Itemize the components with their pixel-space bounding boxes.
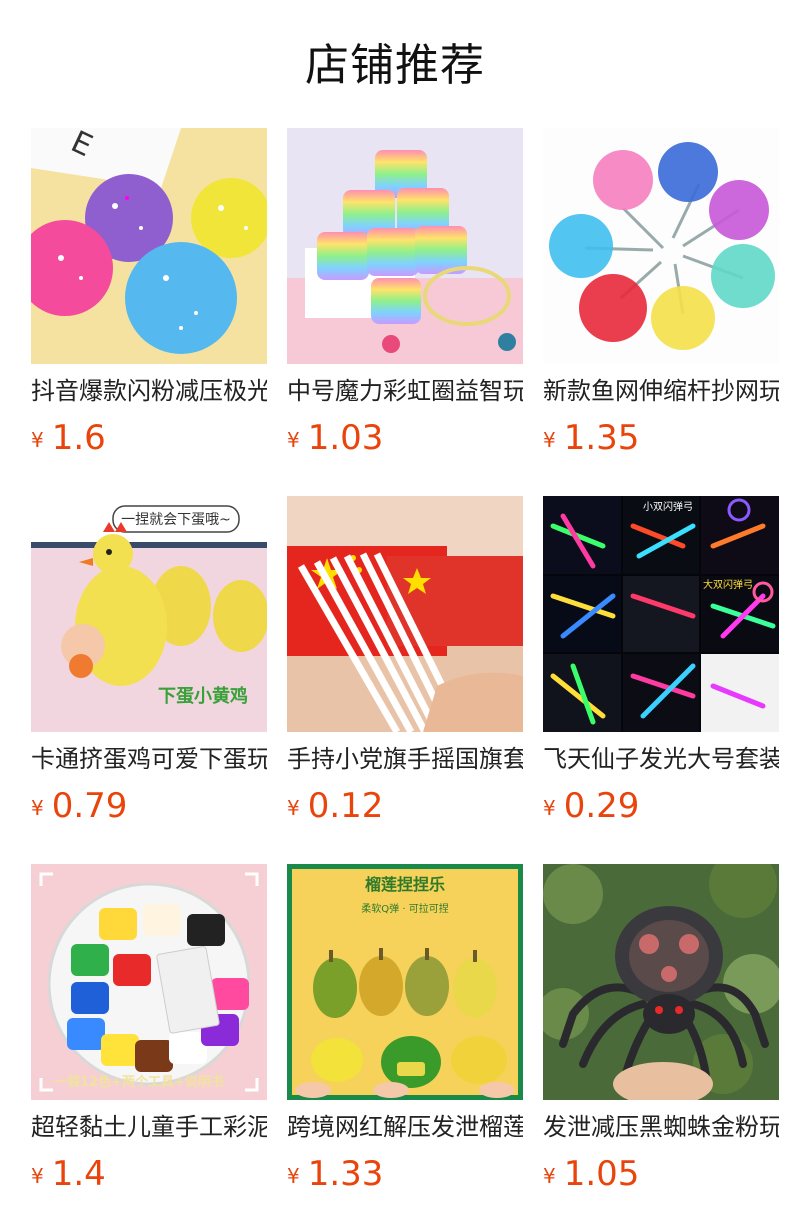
product-image[interactable]: 一捏就会下蛋哦~ 下蛋小黄鸡: [31, 496, 267, 732]
product-card[interactable]: 发泄减压黑蜘蛛金粉玩具 ¥1.05: [543, 864, 779, 1232]
currency-symbol: ¥: [31, 1164, 44, 1188]
product-image[interactable]: 榴莲捏捏乐 柔软Q弹 · 可拉可捏: [287, 864, 523, 1100]
product-price: 0.29: [563, 786, 640, 826]
product-price: 1.05: [563, 1154, 640, 1194]
product-image[interactable]: [543, 128, 779, 364]
product-grid: E 抖音爆款闪粉减压极光球 ¥1.6: [31, 128, 781, 1232]
product-image[interactable]: [543, 864, 779, 1100]
currency-symbol: ¥: [31, 796, 44, 820]
product-card[interactable]: 一袋12色+两个工具+说明书 超轻黏土儿童手工彩泥 ¥1.4: [31, 864, 267, 1232]
product-name[interactable]: 发泄减压黑蜘蛛金粉玩具: [543, 1110, 779, 1144]
currency-symbol: ¥: [543, 796, 556, 820]
currency-symbol: ¥: [543, 1164, 556, 1188]
product-name[interactable]: 卡通挤蛋鸡可爱下蛋玩具: [31, 742, 267, 776]
product-name[interactable]: 新款鱼网伸缩杆抄网玩具: [543, 374, 779, 408]
product-price: 1.35: [563, 418, 640, 458]
price-row: ¥0.12: [287, 784, 383, 828]
product-price: 1.03: [307, 418, 384, 458]
image-caption: 大双闪弹弓: [703, 578, 753, 591]
product-name[interactable]: 手持小党旗手摇国旗套装: [287, 742, 523, 776]
product-image[interactable]: 一袋12色+两个工具+说明书: [31, 864, 267, 1100]
product-name[interactable]: 抖音爆款闪粉减压极光球: [31, 374, 267, 408]
product-image[interactable]: [287, 496, 523, 732]
product-price: 0.79: [51, 786, 128, 826]
product-card[interactable]: 一捏就会下蛋哦~ 下蛋小黄鸡 卡通挤蛋鸡可爱下蛋玩具 ¥0.79: [31, 496, 267, 864]
image-caption: 小双闪弹弓: [643, 500, 693, 513]
image-tag: 下蛋小黄鸡: [158, 685, 248, 707]
currency-symbol: ¥: [287, 1164, 300, 1188]
product-card[interactable]: E 抖音爆款闪粉减压极光球 ¥1.6: [31, 128, 267, 496]
product-price: 1.6: [51, 418, 106, 458]
product-card[interactable]: 新款鱼网伸缩杆抄网玩具 ¥1.35: [543, 128, 779, 496]
product-name[interactable]: 超轻黏土儿童手工彩泥: [31, 1110, 267, 1144]
price-row: ¥0.29: [543, 784, 639, 828]
currency-symbol: ¥: [287, 796, 300, 820]
currency-symbol: ¥: [287, 428, 300, 452]
currency-symbol: ¥: [543, 428, 556, 452]
product-card[interactable]: 手持小党旗手摇国旗套装 ¥0.12: [287, 496, 523, 864]
page: 店铺推荐 E 抖音爆款闪粉减压极光球: [0, 0, 790, 1232]
price-row: ¥1.4: [31, 1152, 106, 1196]
image-subtitle: 柔软Q弹 · 可拉可捏: [361, 902, 448, 915]
product-card[interactable]: 中号魔力彩虹圈益智玩具 ¥1.03: [287, 128, 523, 496]
section-title: 店铺推荐: [305, 40, 485, 91]
product-price: 0.12: [307, 786, 384, 826]
price-row: ¥0.79: [31, 784, 127, 828]
price-row: ¥1.6: [31, 416, 106, 460]
product-card[interactable]: 小双闪弹弓 大双闪弹弓 飞天仙子发光大号套装 ¥ 0.29: [543, 496, 779, 864]
product-image[interactable]: E: [31, 128, 267, 364]
product-card[interactable]: 榴莲捏捏乐 柔软Q弹 · 可拉可捏 跨境网红解压发泄榴莲 ¥ 1.33: [287, 864, 523, 1232]
price-row: ¥1.33: [287, 1152, 383, 1196]
product-name[interactable]: 飞天仙子发光大号套装: [543, 742, 779, 776]
image-tag: 一袋12色+两个工具+说明书: [54, 1074, 224, 1090]
currency-symbol: ¥: [31, 428, 44, 452]
product-price: 1.33: [307, 1154, 384, 1194]
image-title: 榴莲捏捏乐: [365, 875, 445, 894]
product-image[interactable]: [287, 128, 523, 364]
product-price: 1.4: [51, 1154, 106, 1194]
price-row: ¥1.03: [287, 416, 383, 460]
price-row: ¥1.35: [543, 416, 639, 460]
product-name[interactable]: 中号魔力彩虹圈益智玩具: [287, 374, 523, 408]
price-row: ¥1.05: [543, 1152, 639, 1196]
product-name[interactable]: 跨境网红解压发泄榴莲球: [287, 1110, 523, 1144]
image-caption: 一捏就会下蛋哦~: [121, 512, 231, 528]
product-image[interactable]: 小双闪弹弓 大双闪弹弓: [543, 496, 779, 732]
